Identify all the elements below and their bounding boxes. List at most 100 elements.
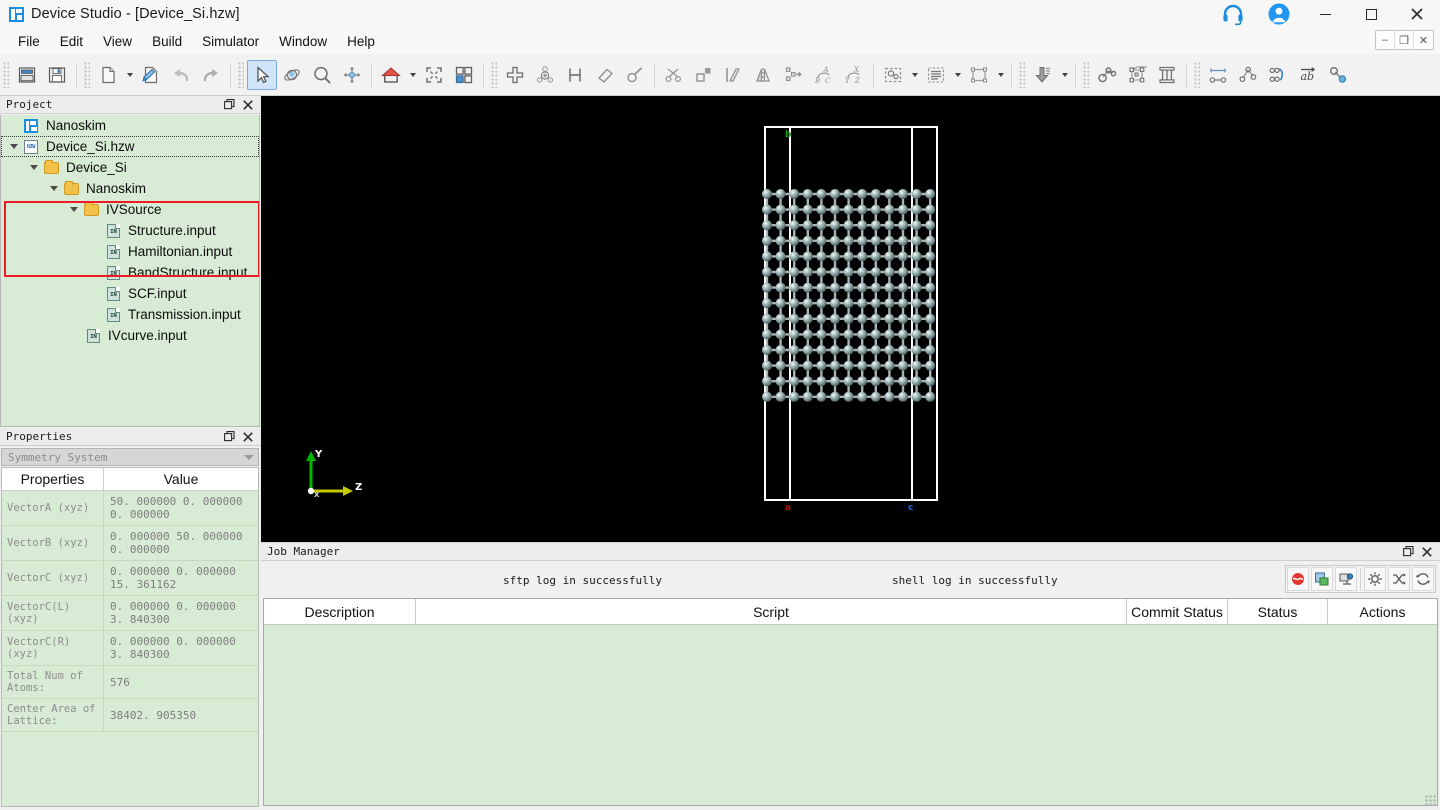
mdi-close-button[interactable]: ✕: [1414, 31, 1433, 49]
tree-item-device-si-hzw[interactable]: Device_Si.hzw: [1, 136, 259, 157]
toolbar-grip[interactable]: [84, 62, 90, 88]
table-row[interactable]: VectorC (xyz) 0. 000000 0. 000000 15. 36…: [2, 561, 258, 596]
add-molecule-icon[interactable]: [530, 60, 560, 90]
import-file-icon[interactable]: [136, 60, 166, 90]
ball-stick-icon[interactable]: [1092, 60, 1122, 90]
transform-icon[interactable]: [779, 60, 809, 90]
tree-expander[interactable]: [45, 178, 63, 199]
tree-item-transmission-input[interactable]: Transmission.input: [1, 304, 259, 325]
select-atoms-icon[interactable]: [878, 60, 908, 90]
toolbar-grip[interactable]: [1194, 62, 1200, 88]
tree-item-ivsource-folder[interactable]: IVSource: [1, 199, 259, 220]
redo-icon[interactable]: [196, 60, 226, 90]
job-manager-float-button[interactable]: [1402, 545, 1415, 558]
bond-tool-icon[interactable]: [1323, 60, 1353, 90]
shuffle-icon[interactable]: [1388, 567, 1410, 591]
measure-angle-icon[interactable]: [1233, 60, 1263, 90]
select-pointer-icon[interactable]: [247, 60, 277, 90]
measure-distance-icon[interactable]: [1203, 60, 1233, 90]
bounding-box-dropdown-arrow[interactable]: [994, 60, 1007, 90]
measure-torsion-icon[interactable]: [1263, 60, 1293, 90]
project-panel-close-button[interactable]: [241, 98, 254, 111]
rotate-icon[interactable]: [277, 60, 307, 90]
headset-icon[interactable]: [1210, 0, 1256, 28]
tree-item-device-si-folder[interactable]: Device_Si: [1, 157, 259, 178]
settings-gear-icon[interactable]: [1364, 567, 1386, 591]
window-minimize-button[interactable]: [1302, 0, 1348, 28]
menu-window[interactable]: Window: [269, 31, 337, 52]
toolbar-grip[interactable]: [491, 62, 497, 88]
table-row[interactable]: VectorA (xyz) 50. 000000 0. 000000 0. 00…: [2, 491, 258, 526]
abc-axes-icon[interactable]: A B C: [809, 60, 839, 90]
tree-item-hamiltonian-input[interactable]: Hamiltonian.input: [1, 241, 259, 262]
toolbar-grip[interactable]: [1083, 62, 1089, 88]
open-project-icon[interactable]: [12, 60, 42, 90]
column-header-commit-status[interactable]: Commit Status: [1127, 599, 1228, 624]
column-header-actions[interactable]: Actions: [1328, 599, 1437, 624]
tree-item-structure-input[interactable]: Structure.input: [1, 220, 259, 241]
tree-expander[interactable]: [65, 199, 83, 220]
tree-item-bandstructure-input[interactable]: BandStructure.input: [1, 262, 259, 283]
menu-simulator[interactable]: Simulator: [192, 31, 269, 52]
add-hydrogen-icon[interactable]: [560, 60, 590, 90]
mirror-icon[interactable]: [749, 60, 779, 90]
list-view-dropdown-arrow[interactable]: [951, 60, 964, 90]
project-tree[interactable]: Nanoskim Device_Si.hzw Device_Si Nanoski…: [0, 115, 260, 427]
menu-view[interactable]: View: [93, 31, 142, 52]
column-header-status[interactable]: Status: [1228, 599, 1328, 624]
window-close-button[interactable]: [1394, 0, 1440, 28]
tree-item-ivcurve-input[interactable]: IVcurve.input: [1, 325, 259, 346]
table-row[interactable]: VectorB (xyz) 0. 000000 50. 000000 0. 00…: [2, 526, 258, 561]
viewport-layout-icon[interactable]: [449, 60, 479, 90]
undo-icon[interactable]: [166, 60, 196, 90]
new-file-dropdown-arrow[interactable]: [123, 60, 136, 90]
add-job-icon[interactable]: [1311, 567, 1333, 591]
bounding-box-icon[interactable]: [964, 60, 994, 90]
import-structure-dropdown-arrow[interactable]: [1058, 60, 1071, 90]
column-header-script[interactable]: Script: [416, 599, 1127, 624]
symmetry-system-selector[interactable]: Symmetry System: [1, 448, 259, 466]
xyz-axes-icon[interactable]: X Y Z: [839, 60, 869, 90]
table-row[interactable]: VectorC(L)(xyz) 0. 000000 0. 000000 3. 8…: [2, 596, 258, 631]
menu-file[interactable]: File: [8, 31, 50, 52]
user-avatar-icon[interactable]: [1256, 0, 1302, 28]
structure-viewport[interactable]: b a c Y Z X: [261, 96, 1440, 542]
tree-item-nanoskim-root[interactable]: Nanoskim: [1, 115, 259, 136]
home-view-dropdown-arrow[interactable]: [406, 60, 419, 90]
menu-build[interactable]: Build: [142, 31, 192, 52]
label-ab-icon[interactable]: ab: [1293, 60, 1323, 90]
fit-view-icon[interactable]: [419, 60, 449, 90]
wireframe-icon[interactable]: [1122, 60, 1152, 90]
home-view-icon[interactable]: [376, 60, 406, 90]
slab-icon[interactable]: [719, 60, 749, 90]
project-panel-float-button[interactable]: [223, 98, 236, 111]
table-row[interactable]: Total Num of Atoms: 576: [2, 666, 258, 699]
toolbar-grip[interactable]: [238, 62, 244, 88]
menu-help[interactable]: Help: [337, 31, 385, 52]
tree-item-scf-input[interactable]: SCF.input: [1, 283, 259, 304]
pan-icon[interactable]: [337, 60, 367, 90]
polyhedra-icon[interactable]: [1152, 60, 1182, 90]
refresh-icon[interactable]: [1412, 567, 1434, 591]
table-row[interactable]: VectorC(R)(xyz) 0. 000000 0. 000000 3. 8…: [2, 631, 258, 666]
table-row[interactable]: Center Area of Lattice: 38402. 905350: [2, 699, 258, 732]
save-icon[interactable]: [42, 60, 72, 90]
import-structure-icon[interactable]: [1028, 60, 1058, 90]
column-header-description[interactable]: Description: [264, 599, 416, 624]
tree-item-nanoskim-folder[interactable]: Nanoskim: [1, 178, 259, 199]
supercell-icon[interactable]: [689, 60, 719, 90]
add-atom-icon[interactable]: [500, 60, 530, 90]
properties-panel-close-button[interactable]: [241, 430, 254, 443]
tree-expander[interactable]: [5, 136, 23, 157]
window-maximize-button[interactable]: [1348, 0, 1394, 28]
cut-bond-icon[interactable]: [659, 60, 689, 90]
toolbar-grip[interactable]: [1019, 62, 1025, 88]
server-connect-icon[interactable]: [1287, 567, 1309, 591]
eraser-icon[interactable]: [590, 60, 620, 90]
new-file-icon[interactable]: [93, 60, 123, 90]
mdi-restore-button[interactable]: ❐: [1395, 31, 1414, 49]
select-atoms-dropdown-arrow[interactable]: [908, 60, 921, 90]
job-manager-close-button[interactable]: [1420, 545, 1433, 558]
tree-expander[interactable]: [25, 157, 43, 178]
mdi-minimize-button[interactable]: –: [1376, 31, 1395, 49]
